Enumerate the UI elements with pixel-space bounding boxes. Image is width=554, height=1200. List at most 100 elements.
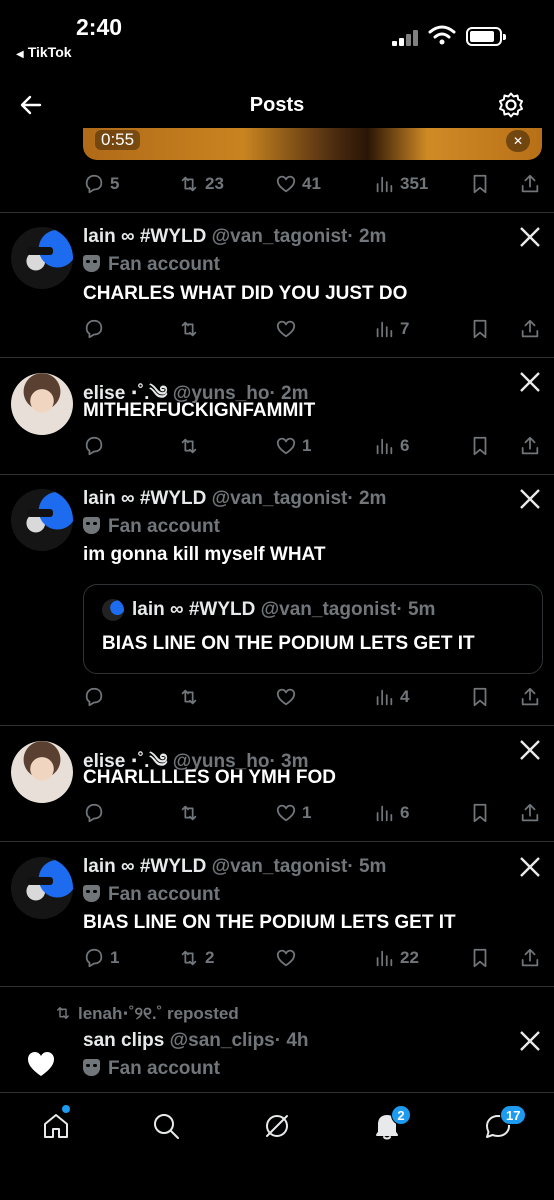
- quoted-post[interactable]: lain ∞ #WYLD @van_tagonist· 5m BIAS LINE…: [83, 584, 543, 674]
- divider: [0, 212, 554, 213]
- repost-label: lenah⋅˚୨୧.˚ reposted: [78, 1004, 239, 1023]
- views-button[interactable]: 351: [373, 170, 428, 198]
- share-icon: [521, 948, 539, 967]
- quoted-avatar: [102, 599, 124, 621]
- reply-icon: [85, 687, 103, 707]
- reply-button[interactable]: [83, 315, 110, 343]
- repost-button[interactable]: [178, 683, 205, 711]
- post-author[interactable]: san clips: [83, 1030, 164, 1051]
- post-actions: 5 23 41 351: [83, 170, 543, 198]
- bookmark-button[interactable]: [469, 799, 491, 827]
- back-app-label: TikTok: [27, 44, 72, 60]
- repost-icon: [181, 805, 197, 821]
- share-button[interactable]: [519, 315, 541, 343]
- bookmark-icon: [473, 948, 487, 968]
- views-button[interactable]: 6: [373, 432, 409, 460]
- bookmark-button[interactable]: [469, 315, 491, 343]
- post-author[interactable]: lain ∞ #WYLD: [83, 488, 206, 509]
- video-duration: 0:55: [95, 130, 141, 150]
- views-button[interactable]: 7: [373, 315, 409, 343]
- like-button[interactable]: [275, 944, 302, 972]
- repost-icon: [181, 689, 197, 705]
- post-actions: 4: [83, 683, 543, 711]
- post-text: ...: [83, 1082, 523, 1092]
- share-icon: [521, 803, 539, 822]
- like-icon: [276, 320, 296, 338]
- repost-button[interactable]: 2: [178, 944, 214, 972]
- bookmark-icon: [473, 687, 487, 707]
- avatar[interactable]: [11, 741, 73, 803]
- post-time: · 2m: [347, 488, 387, 509]
- post-actions: 7: [83, 315, 543, 343]
- views-button[interactable]: 6: [373, 799, 409, 827]
- quoted-text: BIAS LINE ON THE PODIUM LETS GET IT: [102, 633, 475, 654]
- bookmark-button[interactable]: [469, 944, 491, 972]
- fan-account-label: Fan account: [108, 884, 220, 905]
- nav-grok[interactable]: [262, 1111, 292, 1141]
- repost-button[interactable]: [178, 432, 205, 460]
- home-dot: [62, 1105, 70, 1113]
- like-button[interactable]: 1: [275, 799, 311, 827]
- share-button[interactable]: [519, 683, 541, 711]
- fan-account-label: Fan account: [108, 516, 220, 537]
- x-logo-icon: [520, 857, 540, 877]
- reply-button[interactable]: [83, 683, 110, 711]
- avatar[interactable]: [11, 373, 73, 435]
- share-button[interactable]: [519, 170, 541, 198]
- post-handle: @san_clips: [169, 1030, 275, 1051]
- like-button[interactable]: 41: [275, 170, 321, 198]
- share-button[interactable]: [519, 944, 541, 972]
- views-button[interactable]: 22: [373, 944, 419, 972]
- avatar[interactable]: [11, 489, 73, 551]
- views-button[interactable]: 4: [373, 683, 409, 711]
- messages-badge: 17: [500, 1105, 527, 1125]
- views-icon: [376, 438, 393, 455]
- repost-button[interactable]: [178, 315, 205, 343]
- nav-search[interactable]: [151, 1111, 181, 1141]
- share-button[interactable]: [519, 432, 541, 460]
- bookmark-icon: [473, 174, 487, 194]
- status-bar: 2:40 ◀ TikTok: [0, 0, 554, 70]
- bookmark-button[interactable]: [469, 170, 491, 198]
- gear-icon[interactable]: [497, 91, 525, 119]
- post-time: · 4h: [274, 1030, 309, 1051]
- reply-icon: [85, 319, 103, 339]
- back-to-app[interactable]: ◀ TikTok: [16, 44, 72, 60]
- bookmark-button[interactable]: [469, 432, 491, 460]
- page-title: Posts: [249, 94, 305, 116]
- repost-icon: [181, 950, 197, 966]
- like-button[interactable]: 1: [275, 432, 311, 460]
- like-button[interactable]: [275, 315, 302, 343]
- post-author[interactable]: lain ∞ #WYLD: [83, 856, 206, 877]
- share-button[interactable]: [519, 799, 541, 827]
- post-author[interactable]: lain ∞ #WYLD: [83, 226, 206, 247]
- repost-button[interactable]: 23: [178, 170, 224, 198]
- bookmark-icon: [473, 436, 487, 456]
- post-text: BIAS LINE ON THE PODIUM LETS GET IT: [83, 912, 456, 933]
- reply-button[interactable]: [83, 432, 110, 460]
- bookmark-button[interactable]: [469, 683, 491, 711]
- video-player[interactable]: 0:55 ✕: [83, 128, 542, 160]
- repost-indicator: lenah⋅˚୨୧.˚ reposted: [54, 1004, 239, 1024]
- views-icon: [376, 950, 393, 967]
- divider: [0, 474, 554, 475]
- views-icon: [376, 176, 393, 193]
- post-text: im gonna kill myself WHAT: [83, 544, 326, 565]
- reply-icon: [85, 436, 103, 456]
- nav-home[interactable]: [41, 1111, 71, 1141]
- reply-button[interactable]: 5: [83, 170, 119, 198]
- post-text: CHARLLLLES OH YMH FOD: [83, 767, 336, 788]
- divider: [0, 986, 554, 987]
- reply-icon: [85, 948, 103, 968]
- like-icon: [276, 949, 296, 967]
- mute-icon[interactable]: ✕: [506, 130, 530, 152]
- like-button[interactable]: [275, 683, 302, 711]
- reply-button[interactable]: 1: [83, 944, 119, 972]
- repost-button[interactable]: [178, 799, 205, 827]
- reply-button[interactable]: [83, 799, 110, 827]
- fan-account-label: Fan account: [108, 1058, 220, 1079]
- avatar[interactable]: [11, 857, 73, 919]
- post-time: · 5m: [347, 856, 387, 877]
- avatar[interactable]: [11, 227, 73, 289]
- views-icon: [376, 689, 393, 706]
